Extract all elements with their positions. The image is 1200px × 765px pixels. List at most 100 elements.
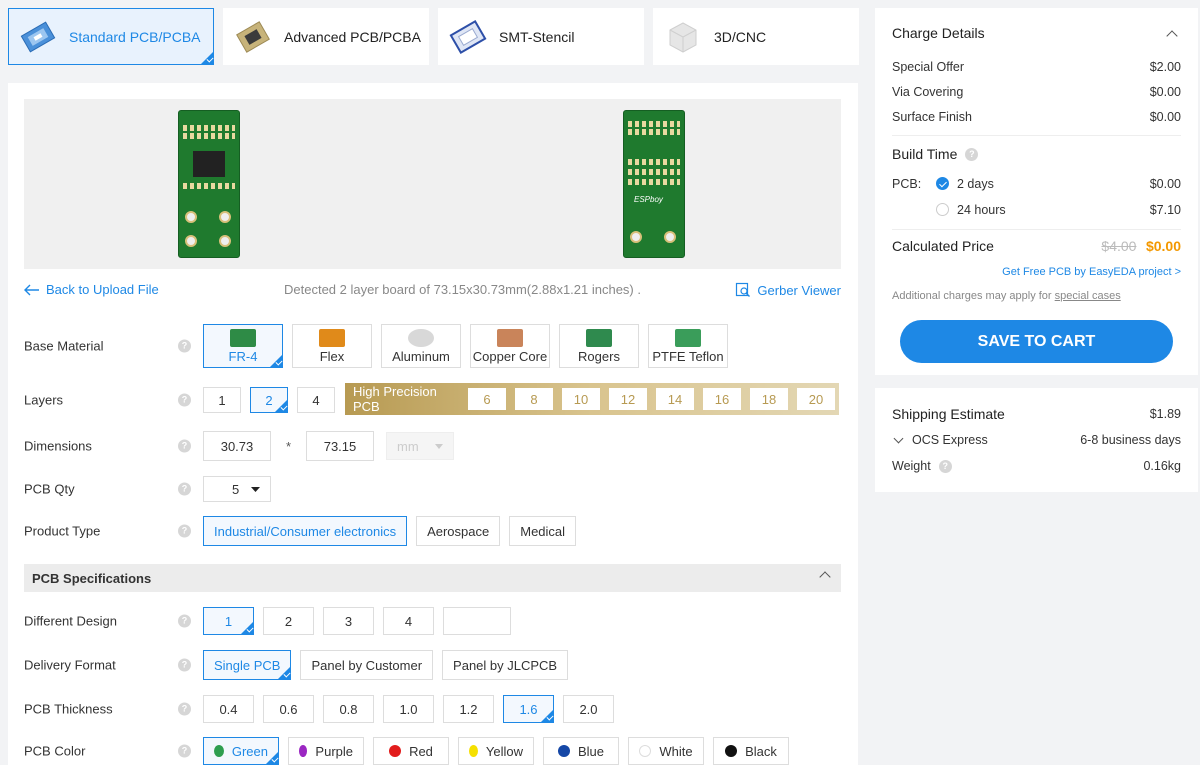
- pcb-qty-select[interactable]: 5: [203, 476, 271, 502]
- material-fr4[interactable]: FR-4: [203, 324, 283, 368]
- thickness-2-0[interactable]: 2.0: [563, 695, 614, 723]
- color-red[interactable]: Red: [373, 737, 449, 765]
- layers-option-4[interactable]: 4: [297, 387, 335, 413]
- color-yellow[interactable]: Yellow: [458, 737, 534, 765]
- color-blue[interactable]: Blue: [543, 737, 619, 765]
- layers-option-18[interactable]: 18: [750, 388, 788, 410]
- product-type-aerospace[interactable]: Aerospace: [416, 516, 501, 546]
- help-icon[interactable]: ?: [178, 482, 191, 496]
- design-option-1[interactable]: 1: [203, 607, 254, 635]
- thickness-0-4[interactable]: 0.4: [203, 695, 254, 723]
- color-black[interactable]: Black: [713, 737, 789, 765]
- back-to-upload-link[interactable]: Back to Upload File: [24, 282, 159, 297]
- tab-smt-stencil[interactable]: SMT-Stencil: [438, 8, 644, 65]
- layers-option-8[interactable]: 8: [515, 388, 553, 410]
- layers-option-20[interactable]: 20: [797, 388, 835, 410]
- delivery-panel-by-customer[interactable]: Panel by Customer: [300, 650, 434, 680]
- different-design-row: Different Design ? 1 2 3 4: [24, 604, 841, 638]
- layers-option-6[interactable]: 6: [468, 388, 506, 410]
- option-label: Black: [745, 743, 777, 759]
- high-precision-title: High Precision PCB: [353, 384, 437, 414]
- help-icon[interactable]: ?: [965, 147, 979, 161]
- thickness-1-2[interactable]: 1.2: [443, 695, 494, 723]
- selected-check-icon: [277, 666, 292, 680]
- selected-check-icon: [274, 399, 288, 413]
- help-icon[interactable]: ?: [938, 459, 952, 473]
- tab-advanced-pcb[interactable]: Advanced PCB/PCBA: [223, 8, 429, 65]
- free-pcb-link[interactable]: Get Free PCB by EasyEDA project >: [1002, 266, 1181, 278]
- thickness-1-0[interactable]: 1.0: [383, 695, 434, 723]
- pcb-thickness-row: PCB Thickness ? 0.4 0.6 0.8 1.0 1.2 1.6 …: [24, 692, 841, 726]
- tab-3d-cnc[interactable]: 3D/CNC: [653, 8, 859, 65]
- base-material-row: Base Material ? FR-4 Flex Aluminum Coppe…: [24, 323, 841, 369]
- layers-option-16[interactable]: 16: [703, 388, 741, 410]
- help-icon[interactable]: ?: [178, 339, 191, 353]
- caret-down-icon: [435, 443, 443, 449]
- help-icon[interactable]: ?: [178, 393, 191, 407]
- option-label: Blue: [577, 743, 605, 759]
- blue-swatch-icon: [557, 745, 570, 757]
- yellow-swatch-icon: [469, 745, 478, 757]
- help-icon[interactable]: ?: [178, 658, 191, 672]
- build-option-24-hours[interactable]: 24 hours $7.10: [892, 203, 1181, 217]
- pcb-specifications-header[interactable]: PCB Specifications: [24, 564, 841, 592]
- help-icon[interactable]: ?: [178, 614, 191, 628]
- material-aluminum[interactable]: Aluminum: [381, 324, 461, 368]
- save-to-cart-button[interactable]: SAVE TO CART: [900, 320, 1173, 363]
- tab-standard-pcb[interactable]: Standard PCB/PCBA: [8, 8, 214, 65]
- thickness-1-6[interactable]: 1.6: [503, 695, 554, 723]
- option-label: Industrial/Consumer electronics: [214, 523, 397, 539]
- gerber-viewer-link[interactable]: Gerber Viewer: [735, 282, 841, 298]
- radio-unchecked-icon[interactable]: [936, 203, 949, 216]
- material-label: Flex: [319, 348, 345, 364]
- layers-option-14[interactable]: 14: [656, 388, 694, 410]
- board-silkscreen-label: ESPboy: [634, 195, 663, 204]
- design-option-3[interactable]: 3: [323, 607, 374, 635]
- material-flex[interactable]: Flex: [292, 324, 372, 368]
- weight-value: 0.16kg: [1143, 459, 1181, 473]
- smt-stencil-icon: [447, 18, 489, 56]
- product-type-medical[interactable]: Medical: [509, 516, 577, 546]
- design-custom-input[interactable]: [443, 607, 511, 635]
- width-input[interactable]: 30.73: [203, 431, 271, 461]
- charge-details-title: Charge Details: [892, 25, 985, 41]
- color-white[interactable]: White: [628, 737, 704, 765]
- shipping-estimate-card: Shipping Estimate $1.89 OCS Express 6-8 …: [875, 388, 1198, 492]
- layers-option-1[interactable]: 1: [203, 387, 241, 413]
- layers-option-2[interactable]: 2: [250, 387, 288, 413]
- design-option-4[interactable]: 4: [383, 607, 434, 635]
- layers-option-12[interactable]: 12: [609, 388, 647, 410]
- material-ptfe-teflon[interactable]: PTFE Teflon: [648, 324, 728, 368]
- height-input[interactable]: 73.15: [306, 431, 374, 461]
- help-icon[interactable]: ?: [178, 439, 191, 453]
- thickness-0-6[interactable]: 0.6: [263, 695, 314, 723]
- delivery-panel-by-jlcpcb[interactable]: Panel by JLCPCB: [442, 650, 569, 680]
- product-type-industrial[interactable]: Industrial/Consumer electronics: [203, 516, 408, 546]
- selected-check-icon: [265, 751, 279, 765]
- build-option-price: $7.10: [1149, 203, 1181, 217]
- gerber-label: Gerber Viewer: [757, 282, 841, 298]
- material-copper-core[interactable]: Copper Core: [470, 324, 550, 368]
- help-icon[interactable]: ?: [178, 702, 191, 716]
- radio-checked-icon[interactable]: [936, 177, 949, 190]
- build-option-2-days[interactable]: PCB: 2 days $0.00: [892, 177, 1181, 191]
- old-price: $4.00: [1101, 238, 1137, 254]
- help-icon[interactable]: ?: [178, 524, 191, 538]
- selected-check-icon: [269, 354, 283, 368]
- charge-label: Via Covering: [892, 85, 964, 99]
- special-cases-link[interactable]: special cases: [1055, 290, 1121, 302]
- design-option-2[interactable]: 2: [263, 607, 314, 635]
- shipping-method-row[interactable]: OCS Express 6-8 business days: [892, 433, 1181, 447]
- color-green[interactable]: Green: [203, 737, 279, 765]
- color-purple[interactable]: Purple: [288, 737, 364, 765]
- layers-option-10[interactable]: 10: [562, 388, 600, 410]
- help-icon[interactable]: ?: [178, 744, 191, 758]
- chevron-up-icon[interactable]: [1166, 30, 1178, 42]
- material-rogers[interactable]: Rogers: [559, 324, 639, 368]
- calculated-price-label: Calculated Price: [892, 238, 994, 254]
- thickness-0-8[interactable]: 0.8: [323, 695, 374, 723]
- order-form-panel: ESPboy Back to Upload File Detected 2 la…: [8, 83, 858, 765]
- shipping-title: Shipping Estimate: [892, 406, 1005, 422]
- delivery-single-pcb[interactable]: Single PCB: [203, 650, 292, 680]
- selected-check-icon: [540, 709, 554, 723]
